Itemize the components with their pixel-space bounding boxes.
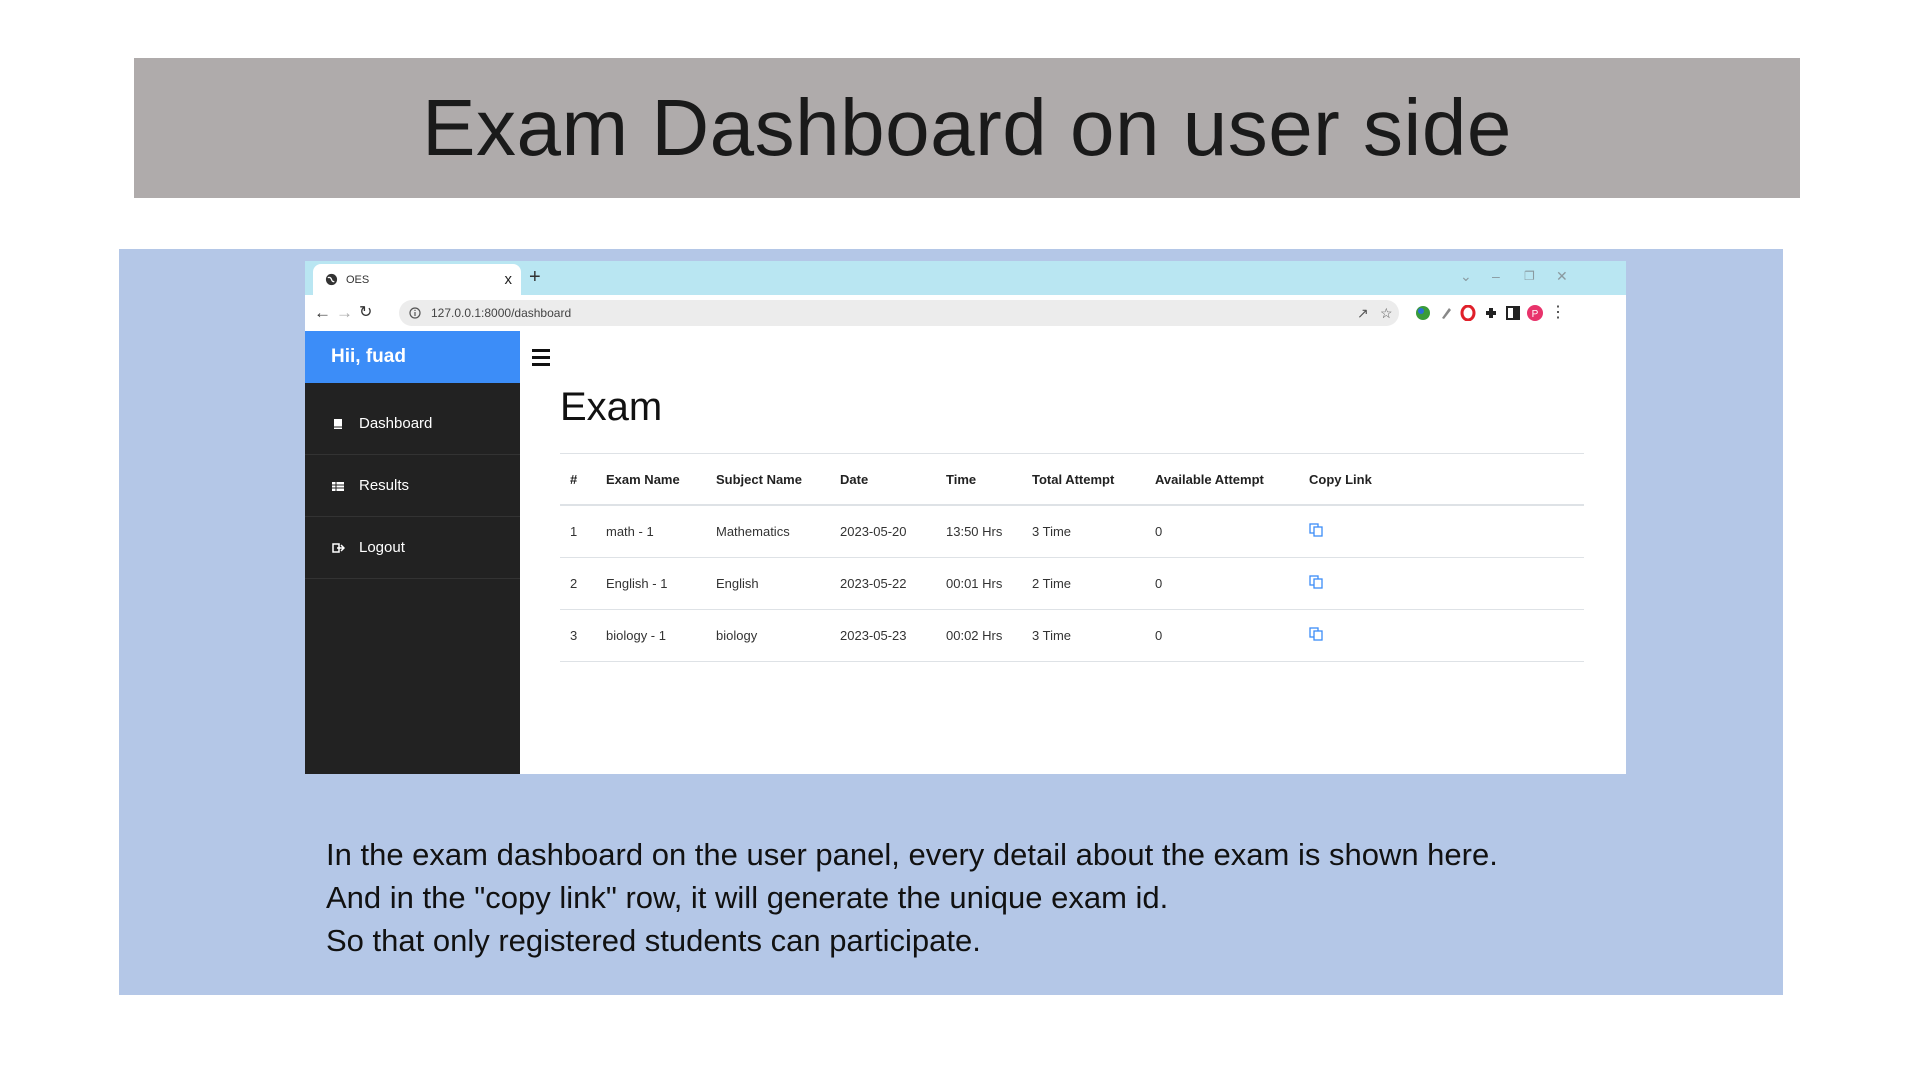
cell-date: 2023-05-23: [830, 609, 936, 662]
share-icon[interactable]: ↗: [1357, 305, 1369, 322]
cell-copy-link: [1299, 557, 1584, 610]
cell-total-attempt: 2 Time: [1022, 557, 1145, 610]
description-line: And in the "copy link" row, it will gene…: [326, 880, 1169, 915]
sidebar-item-results[interactable]: Results: [305, 455, 520, 517]
cell-copy-link: [1299, 505, 1584, 558]
opera-icon[interactable]: [1460, 305, 1476, 321]
minimize-icon[interactable]: –: [1492, 268, 1500, 284]
sidebar-item-label: Dashboard: [359, 415, 433, 432]
copy-link-icon[interactable]: [1309, 575, 1323, 589]
table-icon: [332, 481, 344, 491]
menu-toggle-icon[interactable]: [532, 349, 550, 370]
forward-arrow-icon[interactable]: →: [336, 303, 353, 323]
back-arrow-icon[interactable]: ←: [314, 303, 331, 323]
sidebar-item-logout[interactable]: Logout: [305, 517, 520, 579]
column-header: Subject Name: [706, 453, 830, 506]
table-row: 2 English - 1 English 2023-05-22 00:01 H…: [560, 557, 1584, 610]
extension-globe-icon[interactable]: [1415, 305, 1431, 321]
cell-date: 2023-05-20: [830, 505, 936, 558]
cell-copy-link: [1299, 609, 1584, 662]
table-row: 3 biology - 1 biology 2023-05-23 00:02 H…: [560, 609, 1584, 662]
copy-link-icon[interactable]: [1309, 627, 1323, 641]
sidebar-item-label: Results: [359, 477, 410, 494]
cell-time: 00:01 Hrs: [936, 557, 1022, 610]
cell-total-attempt: 3 Time: [1022, 505, 1145, 558]
cell-subject-name: English: [706, 557, 830, 610]
column-header: Copy Link: [1299, 453, 1584, 506]
column-header: #: [560, 453, 596, 506]
sidebar: Hii, fuad Dashboard Results Logout: [305, 331, 520, 774]
close-window-icon[interactable]: ✕: [1556, 268, 1568, 285]
address-bar: ← → ↻ ↗ ☆ P ⋮: [305, 295, 1626, 332]
browser-tab[interactable]: OES x: [313, 264, 521, 295]
sidepanel-icon[interactable]: [1505, 305, 1521, 321]
cell-time: 00:02 Hrs: [936, 609, 1022, 662]
sidebar-header: Hii, fuad: [305, 331, 520, 383]
column-header: Available Attempt: [1145, 453, 1299, 506]
cell-index: 3: [560, 609, 596, 662]
puzzle-icon[interactable]: [1483, 305, 1499, 321]
cell-exam-name: biology - 1: [596, 609, 706, 662]
sign-out-icon: [332, 542, 345, 553]
omnibox[interactable]: ↗ ☆: [399, 300, 1399, 326]
cell-index: 2: [560, 557, 596, 610]
book-icon: [334, 418, 342, 429]
copy-link-icon[interactable]: [1309, 523, 1323, 537]
url-input[interactable]: [429, 305, 1283, 321]
cell-available-attempt: 0: [1145, 557, 1299, 610]
table-row: 1 math - 1 Mathematics 2023-05-20 13:50 …: [560, 505, 1584, 558]
cell-exam-name: math - 1: [596, 505, 706, 558]
svg-text:P: P: [1532, 309, 1539, 320]
cell-exam-name: English - 1: [596, 557, 706, 610]
column-header: Date: [830, 453, 936, 506]
main-content: Exam # Exam Name Subject Name Date Time …: [520, 331, 1626, 774]
reload-icon[interactable]: ↻: [359, 303, 372, 323]
tab-bar: OES x + ⌄ – ❐ ✕: [305, 261, 1626, 295]
profile-avatar[interactable]: P: [1527, 305, 1543, 321]
table-header-row: # Exam Name Subject Name Date Time Total…: [560, 453, 1584, 506]
cell-index: 1: [560, 505, 596, 558]
cell-total-attempt: 3 Time: [1022, 609, 1145, 662]
cell-time: 13:50 Hrs: [936, 505, 1022, 558]
page-title: Exam: [560, 385, 663, 429]
sidebar-item-dashboard[interactable]: Dashboard: [305, 393, 520, 455]
restore-icon[interactable]: ❐: [1524, 269, 1535, 283]
cell-available-attempt: 0: [1145, 609, 1299, 662]
column-header: Total Attempt: [1022, 453, 1145, 506]
description-line: In the exam dashboard on the user panel,…: [326, 837, 1498, 872]
tab-close-button[interactable]: x: [505, 271, 513, 288]
globe-icon: [325, 273, 338, 286]
tab-title: OES: [346, 273, 370, 286]
more-menu-icon[interactable]: ⋮: [1550, 303, 1566, 323]
cell-available-attempt: 0: [1145, 505, 1299, 558]
slide-title: Exam Dashboard on user side: [422, 83, 1512, 172]
browser-window: OES x + ⌄ – ❐ ✕ ← → ↻ ↗ ☆ P ⋮ Hii, fuad: [305, 261, 1626, 774]
bookmark-star-icon[interactable]: ☆: [1380, 305, 1393, 322]
slide-title-band: Exam Dashboard on user side: [134, 58, 1800, 198]
tab-search-icon[interactable]: ⌄: [1460, 268, 1472, 285]
info-icon: [409, 307, 421, 319]
extension-pen-icon[interactable]: [1438, 305, 1454, 321]
cell-subject-name: Mathematics: [706, 505, 830, 558]
exam-table: # Exam Name Subject Name Date Time Total…: [560, 453, 1584, 662]
column-header: Time: [936, 453, 1022, 506]
new-tab-button[interactable]: +: [529, 266, 541, 289]
cell-subject-name: biology: [706, 609, 830, 662]
column-header: Exam Name: [596, 453, 706, 506]
description-line: So that only registered students can par…: [326, 923, 981, 958]
cell-date: 2023-05-22: [830, 557, 936, 610]
sidebar-item-label: Logout: [359, 539, 405, 556]
greeting: Hii, fuad: [331, 346, 406, 367]
slide-description: In the exam dashboard on the user panel,…: [326, 833, 1786, 962]
